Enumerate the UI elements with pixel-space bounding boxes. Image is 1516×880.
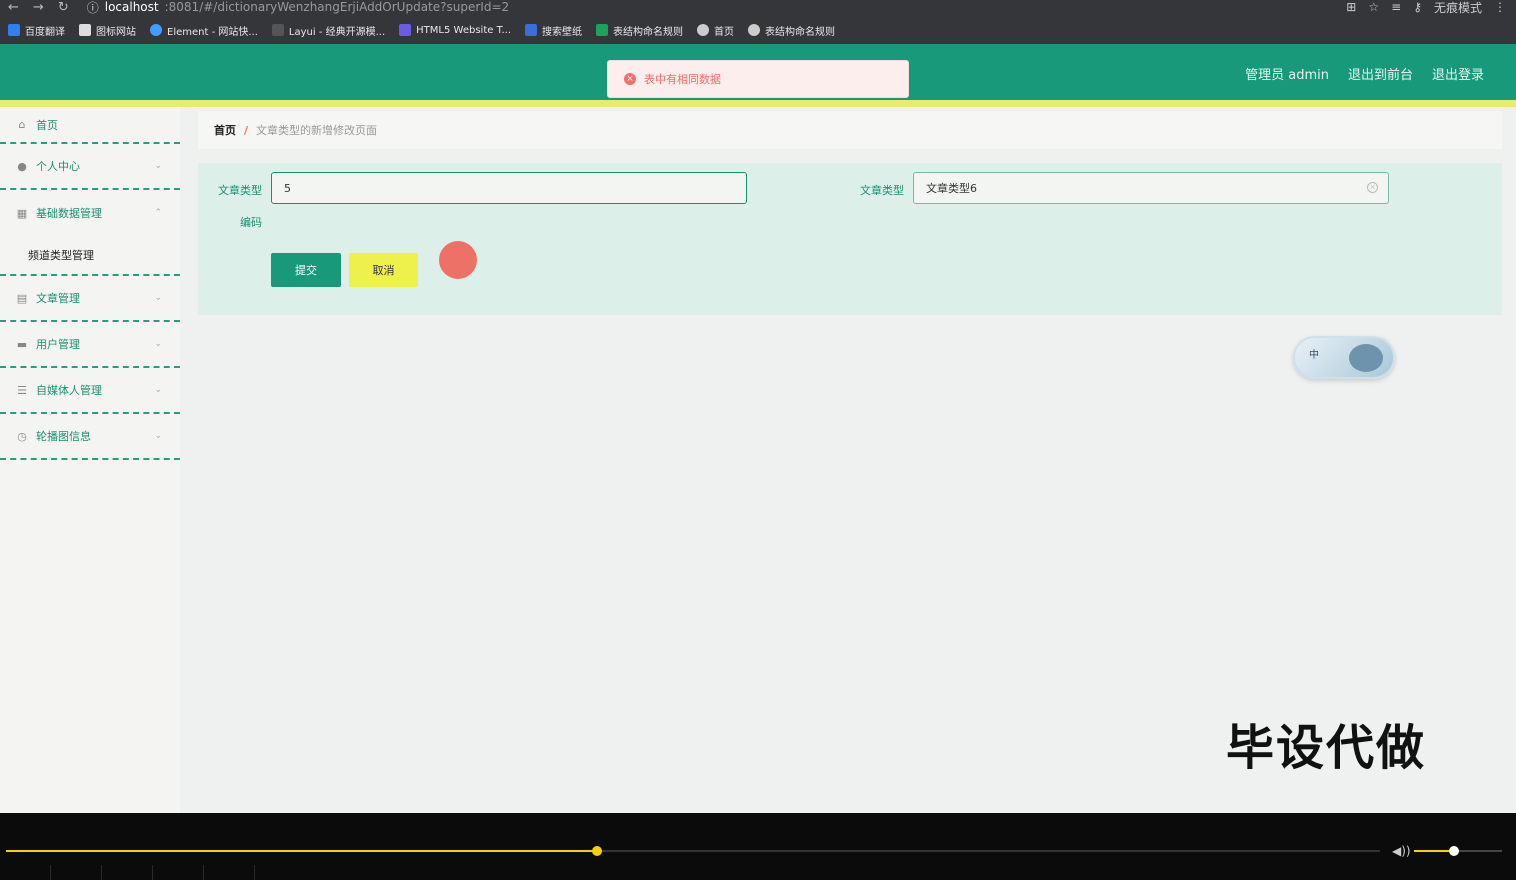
ime-widget[interactable]: 中 [1293,336,1395,379]
sidebar-item-media[interactable]: ☰ 自媒体人管理 ⌄ [0,368,180,414]
monitor-icon: ▬ [16,337,28,351]
video-player-bar: ◀)) [0,813,1516,880]
bookmark[interactable]: 百度翻译 [8,23,65,38]
volume-icon[interactable]: ◀)) [1392,844,1411,858]
volume-track[interactable] [1414,846,1502,856]
forward-icon[interactable]: → [33,0,44,15]
player-tab[interactable] [204,865,255,880]
toast-message: 表中有相同数据 [644,73,721,86]
edit-form: 文章类型 编码 5 文章类型 文章类型6 × 提交 取消 [198,163,1502,315]
home-icon: ⌂ [18,118,26,131]
globe-icon [697,24,710,36]
submit-button[interactable]: 提交 [271,253,341,287]
cursor-highlight [439,241,477,279]
bookmark[interactable]: 图标网站 [79,23,136,38]
web-page: 管理员 admin 退出到前台 退出登录 × 表中有相同数据 ⌂ 首页 ● 个人… [0,44,1516,813]
breadcrumb-home[interactable]: 首页 [214,122,236,138]
url-host: localhost [104,0,159,14]
sidebar-item-home[interactable]: ⌂ 首页 [0,107,180,144]
breadcrumb: 首页 / 文章类型的新增修改页面 [198,111,1502,149]
bookmark[interactable]: Layui - 经典开源模... [271,23,385,38]
volume-knob[interactable] [1448,846,1459,856]
volume-fill [1414,850,1454,852]
name-input[interactable]: 文章类型6 × [913,172,1389,204]
list-icon: ☰ [17,383,27,397]
element-icon [150,24,162,36]
bookmarks-bar: 百度翻译 图标网站 Element - 网站快... Layui - 经典开源模… [8,20,835,40]
clear-icon[interactable]: × [1367,182,1378,193]
incognito-label[interactable]: 无痕模式 [1434,0,1482,16]
code-label: 文章类型 [218,184,262,197]
translate-icon[interactable]: ⊞ [1346,0,1356,14]
url-path: :8081/#/dictionaryWenzhangErjiAddOrUpdat… [164,0,510,14]
sidebar: ⌂ 首页 ● 个人中心 ⌄ ▦ 基础数据管理 ⌃ 频道类型管理 ▤ 文章管理 ⌄… [0,107,180,813]
document-icon: ▤ [16,291,28,305]
sidebar-item-users[interactable]: ▬ 用户管理 ⌄ [0,322,180,368]
address-bar: ← → ↻ ⓘ localhost :8081/#/dictionaryWenzh… [0,0,1516,16]
translate-bookmark-icon [8,24,20,36]
clock-icon: ◷ [17,429,27,443]
bookmark[interactable]: HTML5 Website T... [399,24,511,36]
breadcrumb-current: 文章类型的新增修改页面 [256,124,378,137]
star-icon[interactable]: ☆ [1368,0,1379,14]
sidebar-item-personal[interactable]: ● 个人中心 ⌄ [0,144,180,190]
info-icon[interactable]: ⓘ [87,0,99,16]
header-stripe [0,100,1516,107]
reading-list-icon[interactable]: ≡ [1391,0,1401,14]
bookmark[interactable]: 搜索壁纸 [525,23,582,38]
error-icon: × [624,73,636,85]
ime-mode-label: 中 [1309,350,1319,361]
browser-nav: ← → ↻ [0,0,69,15]
table-icon [596,24,609,36]
sidebar-item-carousel[interactable]: ◷ 轮播图信息 ⌄ [0,414,180,460]
sidebar-subitem-channel-type[interactable]: 频道类型管理 [0,236,180,276]
sidebar-item-basic-data[interactable]: ▦ 基础数据管理 ⌃ [0,190,180,236]
menu-icon[interactable]: ⋮ [1494,0,1506,14]
browser-actions: ⊞ ☆ ≡ ⚷ 无痕模式 ⋮ [1346,0,1506,16]
breadcrumb-separator: / [244,123,249,137]
player-tab[interactable] [102,865,153,880]
bookmark[interactable]: Element - 网站快... [150,23,258,38]
player-tab[interactable] [51,865,102,880]
url-field[interactable]: ⓘ localhost :8081/#/dictionaryWenzhangErj… [87,0,509,16]
progress-track[interactable] [6,846,1380,856]
header-links: 管理员 admin 退出到前台 退出登录 [1245,64,1484,83]
chevron-up-icon: ⌃ [154,208,162,218]
user-icon: ● [17,159,27,173]
html5-icon [399,24,412,36]
bookmark[interactable]: 表结构命名规则 [748,23,835,38]
back-icon[interactable]: ← [8,0,19,15]
admin-label: 管理员 admin [1245,68,1329,83]
key-icon[interactable]: ⚷ [1413,0,1422,14]
browser-chrome: ← → ↻ ⓘ localhost :8081/#/dictionaryWenzh… [0,0,1516,44]
logout-link[interactable]: 退出登录 [1432,64,1484,83]
sidebar-item-articles[interactable]: ▤ 文章管理 ⌄ [0,276,180,322]
wallpaper-icon [525,24,538,36]
cancel-button[interactable]: 取消 [349,253,418,287]
globe-icon [748,24,761,36]
name-label: 文章类型 [860,184,904,197]
chevron-down-icon: ⌄ [154,293,162,303]
reload-icon[interactable]: ↻ [58,0,69,15]
code-label-suffix: 编码 [240,216,262,229]
chevron-down-icon: ⌄ [154,385,162,395]
grid-icon: ▦ [16,206,28,220]
player-tab[interactable] [0,865,51,880]
progress-fill [6,850,597,852]
back-to-front-link[interactable]: 退出到前台 [1348,64,1413,83]
watermark-text: 毕设代做 [1226,720,1427,776]
flag-icon [79,24,91,36]
chevron-down-icon: ⌄ [154,339,162,349]
bookmark[interactable]: 表结构命名规则 [596,23,683,38]
error-toast: × 表中有相同数据 [607,60,909,98]
code-input[interactable]: 5 [271,172,747,204]
layui-icon [271,24,284,36]
player-tabs [0,865,255,880]
chevron-down-icon: ⌄ [154,161,162,171]
progress-knob[interactable] [591,846,602,856]
bookmark[interactable]: 首页 [697,23,734,38]
player-tab[interactable] [153,865,204,880]
chevron-down-icon: ⌄ [154,431,162,441]
ime-mascot-icon [1349,344,1383,372]
